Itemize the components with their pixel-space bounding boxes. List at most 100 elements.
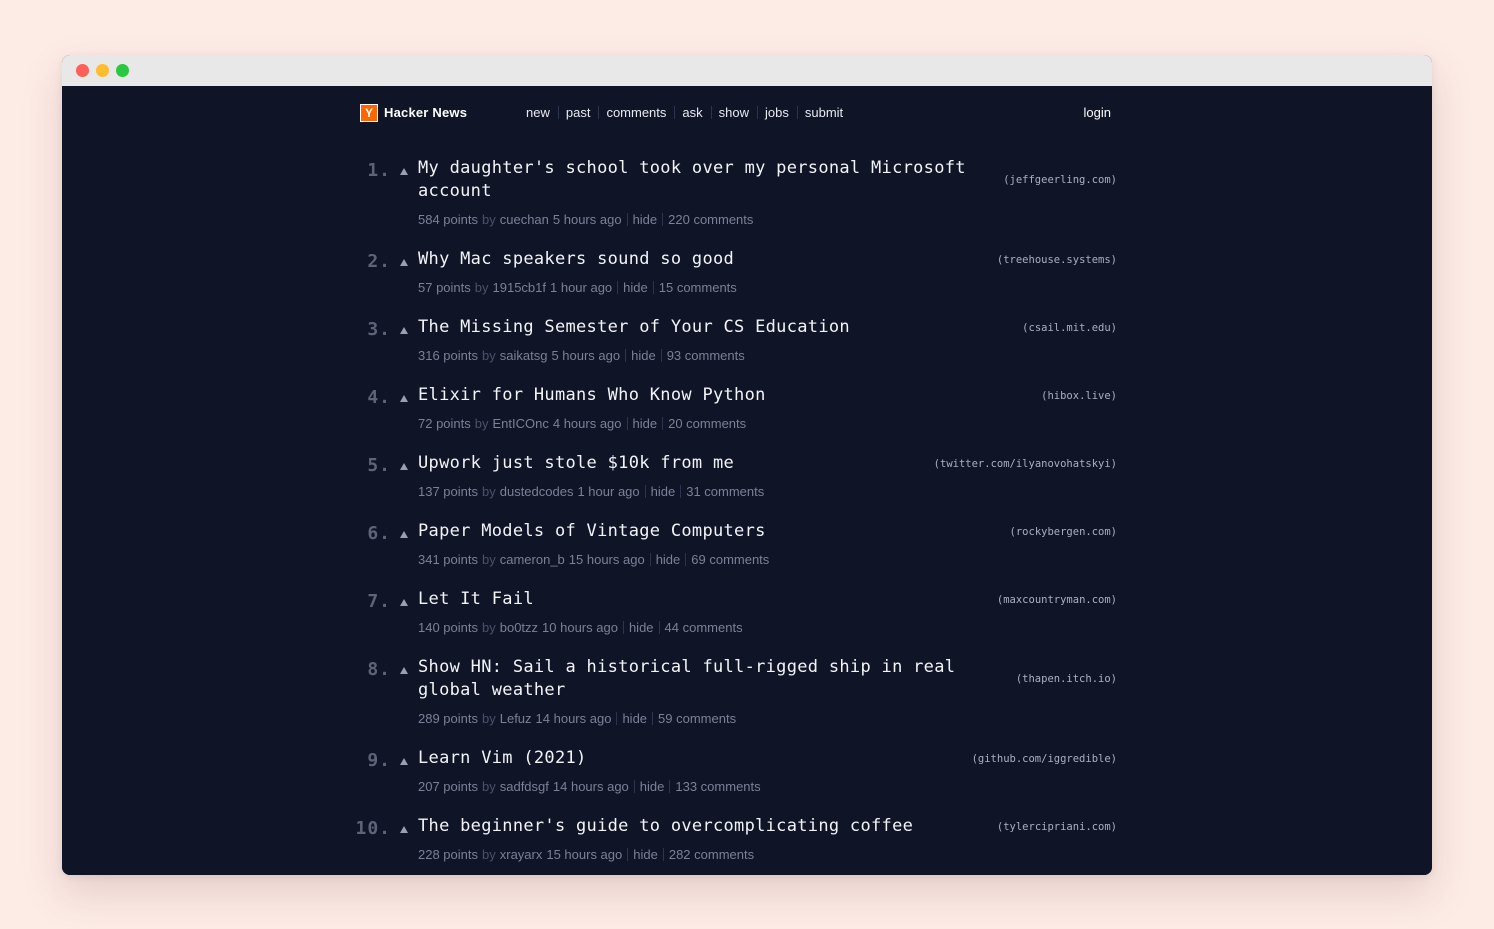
by-label: by: [482, 484, 496, 499]
hide-link[interactable]: hide: [633, 212, 658, 227]
story-age-link[interactable]: 15 hours ago: [569, 552, 645, 567]
story-comments-link[interactable]: 220 comments: [668, 212, 753, 227]
story-title-link[interactable]: The Missing Semester of Your CS Educatio…: [418, 316, 978, 339]
story-age-link[interactable]: 14 hours ago: [553, 779, 629, 794]
story-rank: 6.: [367, 523, 391, 544]
upvote-arrow-icon[interactable]: [400, 667, 408, 674]
nav-jobs-link[interactable]: jobs: [765, 105, 789, 120]
story-title-link[interactable]: My daughter's school took over my person…: [418, 157, 978, 203]
story-title-link[interactable]: Paper Models of Vintage Computers: [418, 520, 978, 543]
story-rank: 3.: [367, 319, 391, 340]
story-domain-link[interactable]: (rockybergen.com): [1010, 526, 1117, 538]
upvote-arrow-icon[interactable]: [400, 327, 408, 334]
story-title-link[interactable]: Why Mac speakers sound so good: [418, 248, 978, 271]
hide-link[interactable]: hide: [631, 348, 656, 363]
hide-link[interactable]: hide: [651, 484, 676, 499]
story-domain-link[interactable]: (tylercipriani.com): [997, 821, 1117, 833]
story-age-link[interactable]: 14 hours ago: [536, 711, 612, 726]
story-points: 316 points: [418, 348, 478, 363]
subtext-divider: [658, 621, 660, 634]
story-user-link[interactable]: EntICOnc: [493, 416, 549, 431]
story-user-link[interactable]: 1915cb1f: [493, 280, 547, 295]
maximize-window-icon[interactable]: [116, 64, 129, 77]
story-domain-link[interactable]: (thapen.itch.io): [1016, 673, 1117, 685]
story-age-link[interactable]: 1 hour ago: [550, 280, 612, 295]
story-title-link[interactable]: Let It Fail: [418, 588, 978, 611]
story-age-link[interactable]: 5 hours ago: [553, 212, 622, 227]
story-user-link[interactable]: cameron_b: [500, 552, 565, 567]
nav-submit-link[interactable]: submit: [805, 105, 843, 120]
nav-past-link[interactable]: past: [566, 105, 591, 120]
story-subtext: 140 points by bo0tzz 10 hours ago hide 4…: [418, 620, 743, 635]
hn-logo-icon[interactable]: Y: [360, 104, 378, 122]
story-user-link[interactable]: Lefuz: [500, 711, 532, 726]
nav-ask-link[interactable]: ask: [682, 105, 702, 120]
story-user-link[interactable]: bo0tzz: [500, 620, 538, 635]
close-window-icon[interactable]: [76, 64, 89, 77]
nav-comments-link[interactable]: comments: [606, 105, 666, 120]
nav-divider: [674, 106, 676, 119]
hide-link[interactable]: hide: [622, 711, 647, 726]
story-comments-link[interactable]: 59 comments: [658, 711, 736, 726]
story-age-link[interactable]: 15 hours ago: [546, 847, 622, 862]
hide-link[interactable]: hide: [623, 280, 648, 295]
story-title-link[interactable]: Upwork just stole $10k from me: [418, 452, 978, 475]
story-comments-link[interactable]: 15 comments: [659, 280, 737, 295]
subtext-divider: [649, 553, 651, 566]
nav-show-link[interactable]: show: [719, 105, 749, 120]
nav-divider: [557, 106, 559, 119]
upvote-arrow-icon[interactable]: [400, 758, 408, 765]
story-comments-link[interactable]: 93 comments: [667, 348, 745, 363]
story-domain-link[interactable]: (csail.mit.edu): [1022, 322, 1117, 334]
story-user-link[interactable]: cuechan: [500, 212, 549, 227]
upvote-arrow-icon[interactable]: [400, 531, 408, 538]
story-age-link[interactable]: 5 hours ago: [551, 348, 620, 363]
story-points: 584 points: [418, 212, 478, 227]
upvote-arrow-icon[interactable]: [400, 599, 408, 606]
login-link[interactable]: login: [1084, 105, 1111, 120]
subtext-divider: [625, 349, 627, 362]
story-comments-link[interactable]: 69 comments: [691, 552, 769, 567]
story-domain-link[interactable]: (jeffgeerling.com): [1003, 174, 1117, 186]
story-comments-link[interactable]: 20 comments: [668, 416, 746, 431]
story-title-link[interactable]: Elixir for Humans Who Know Python: [418, 384, 978, 407]
story-title-link[interactable]: Show HN: Sail a historical full-rigged s…: [418, 656, 978, 702]
story-age-link[interactable]: 4 hours ago: [553, 416, 622, 431]
story-domain-link[interactable]: (hibox.live): [1041, 390, 1117, 402]
upvote-arrow-icon[interactable]: [400, 168, 408, 175]
story-domain-link[interactable]: (twitter.com/ilyanovohatskyi): [934, 458, 1117, 470]
site-name-link[interactable]: Hacker News: [384, 105, 467, 120]
subtext-divider: [622, 621, 624, 634]
nav-new-link[interactable]: new: [526, 105, 550, 120]
story-subtext: 57 points by 1915cb1f 1 hour ago hide 15…: [418, 280, 737, 295]
story-user-link[interactable]: saikatsg: [500, 348, 548, 363]
minimize-window-icon[interactable]: [96, 64, 109, 77]
hide-link[interactable]: hide: [640, 779, 665, 794]
story-user-link[interactable]: sadfdsgf: [500, 779, 549, 794]
story-age-link[interactable]: 10 hours ago: [542, 620, 618, 635]
story-comments-link[interactable]: 282 comments: [669, 847, 754, 862]
story-user-link[interactable]: xrayarx: [500, 847, 543, 862]
story-comments-link[interactable]: 31 comments: [686, 484, 764, 499]
upvote-arrow-icon[interactable]: [400, 259, 408, 266]
story-user-link[interactable]: dustedcodes: [500, 484, 574, 499]
story-age-link[interactable]: 1 hour ago: [577, 484, 639, 499]
story-domain-link[interactable]: (maxcountryman.com): [997, 594, 1117, 606]
story-comments-link[interactable]: 44 comments: [665, 620, 743, 635]
hide-link[interactable]: hide: [656, 552, 681, 567]
by-label: by: [482, 711, 496, 726]
story-domain-link[interactable]: (github.com/iggredible): [972, 753, 1117, 765]
subtext-divider: [652, 712, 654, 725]
upvote-arrow-icon[interactable]: [400, 463, 408, 470]
story-title-link[interactable]: The beginner's guide to overcomplicating…: [418, 815, 978, 838]
by-label: by: [482, 552, 496, 567]
hide-link[interactable]: hide: [629, 620, 654, 635]
story-comments-link[interactable]: 133 comments: [675, 779, 760, 794]
hide-link[interactable]: hide: [633, 847, 658, 862]
upvote-arrow-icon[interactable]: [400, 826, 408, 833]
hide-link[interactable]: hide: [633, 416, 658, 431]
story-domain-link[interactable]: (treehouse.systems): [997, 254, 1117, 266]
upvote-arrow-icon[interactable]: [400, 395, 408, 402]
story-title-link[interactable]: Learn Vim (2021): [418, 747, 978, 770]
by-label: by: [482, 212, 496, 227]
